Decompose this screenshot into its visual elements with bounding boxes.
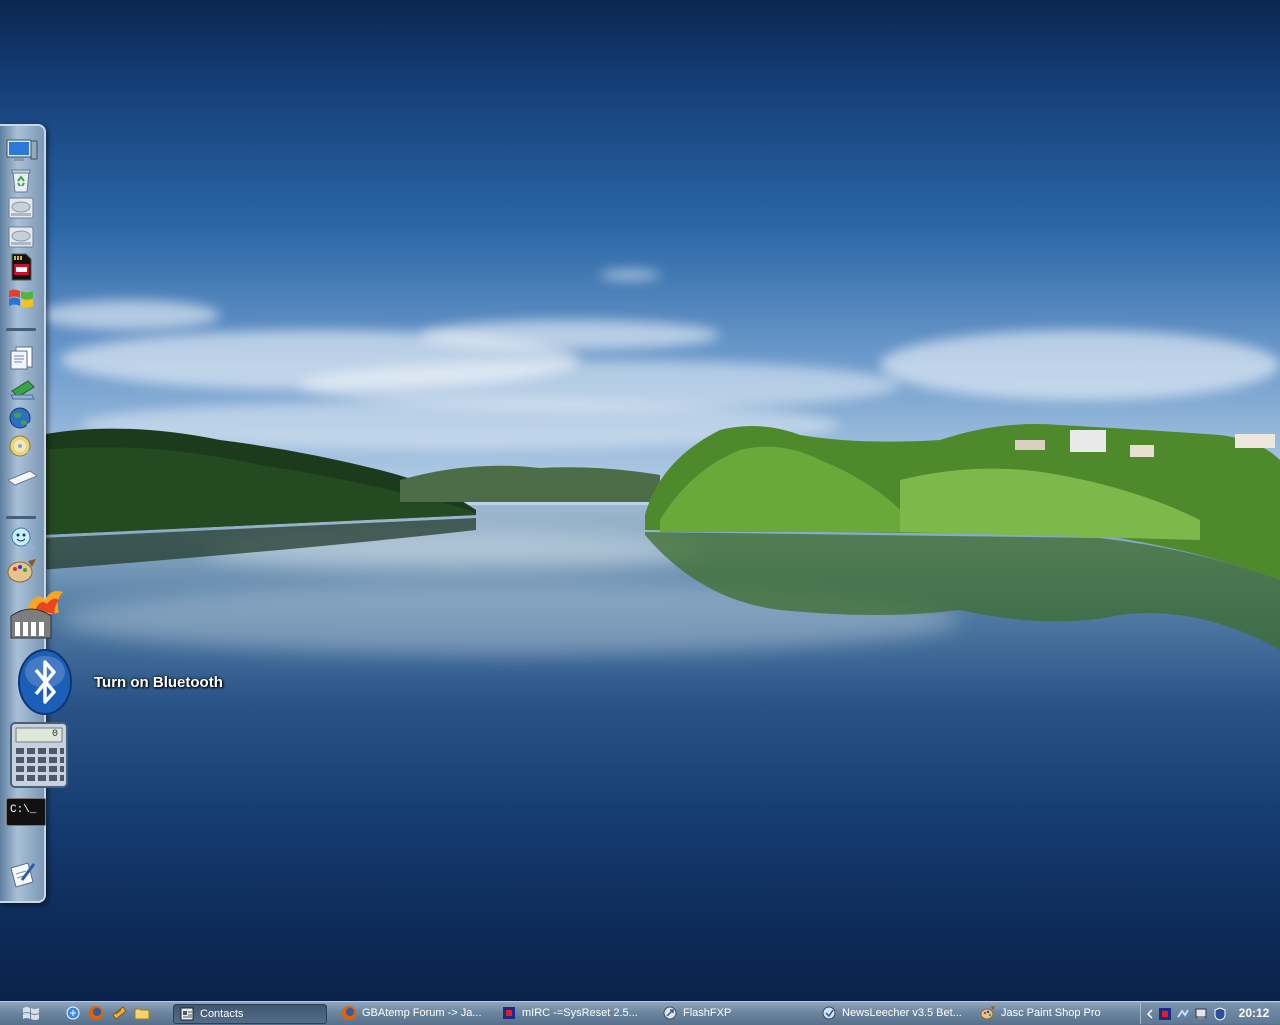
taskbar-task-label: GBAtemp Forum -> Ja... xyxy=(362,1007,482,1019)
sd-card-icon[interactable] xyxy=(10,253,32,281)
mirc-icon xyxy=(503,1007,515,1019)
notes-icon[interactable] xyxy=(8,377,36,401)
desktop-wallpaper xyxy=(0,0,1280,1001)
tray-collapse-icon[interactable] xyxy=(1143,1007,1157,1021)
taskbar: Contacts GBAtemp Forum -> Ja... mIRC -=S… xyxy=(0,1001,1280,1025)
taskbar-task-label: mIRC -=SysReset 2.5... xyxy=(522,1007,638,1019)
hard-drive-icon[interactable] xyxy=(8,196,34,220)
hard-drive-icon[interactable] xyxy=(8,225,34,249)
calculator-display: 0 xyxy=(51,729,58,740)
burning-tool-icon[interactable] xyxy=(7,588,65,642)
tray-mirc-icon[interactable] xyxy=(1158,1007,1172,1021)
calculator-icon[interactable]: 0 xyxy=(10,722,68,788)
my-computer-icon[interactable] xyxy=(6,138,38,162)
tray-volume-icon[interactable] xyxy=(1194,1007,1208,1021)
internet-explorer-icon[interactable] xyxy=(65,1005,81,1021)
contacts-icon xyxy=(180,1007,194,1021)
start-button[interactable] xyxy=(20,1005,42,1022)
taskbar-task-mirc[interactable]: mIRC -=SysReset 2.5... xyxy=(496,1004,646,1022)
taskbar-task-newsleecher[interactable]: NewsLeecher v3.5 Bet... xyxy=(816,1004,966,1022)
windows-icon[interactable] xyxy=(7,287,35,311)
flashfxp-icon xyxy=(663,1006,677,1020)
firefox-icon xyxy=(342,1006,356,1020)
recycle-bin-icon[interactable] xyxy=(10,167,32,193)
media-icon[interactable] xyxy=(111,1005,127,1021)
taskbar-task-flashfxp[interactable]: FlashFXP xyxy=(657,1004,807,1022)
paint-palette-icon[interactable] xyxy=(6,557,38,585)
taskbar-task-label: FlashFXP xyxy=(683,1007,732,1019)
tray-network-icon[interactable] xyxy=(1176,1007,1190,1021)
messenger-icon[interactable] xyxy=(7,525,37,553)
bluetooth-tooltip: Turn on Bluetooth xyxy=(94,674,223,691)
taskbar-clock[interactable]: 20:12 xyxy=(1234,1002,1274,1024)
tray-security-icon[interactable] xyxy=(1213,1007,1227,1021)
keyboard-icon[interactable] xyxy=(6,468,38,488)
wallpaper-hills xyxy=(40,424,1280,650)
dock-separator xyxy=(6,328,36,331)
taskbar-task-contacts[interactable]: Contacts xyxy=(173,1004,327,1024)
documents-icon[interactable] xyxy=(8,345,36,371)
bluetooth-icon[interactable] xyxy=(16,648,74,716)
dock-separator xyxy=(6,516,36,519)
cd-icon[interactable] xyxy=(8,433,36,459)
internet-globe-icon[interactable] xyxy=(8,405,36,431)
taskbar-task-gbatemp[interactable]: GBAtemp Forum -> Ja... xyxy=(336,1004,486,1022)
command-prompt-icon[interactable]: C:\_ xyxy=(6,798,46,826)
taskbar-task-label: NewsLeecher v3.5 Bet... xyxy=(842,1007,962,1019)
taskbar-task-label: Contacts xyxy=(200,1008,244,1020)
folder-icon[interactable] xyxy=(134,1005,150,1021)
taskbar-task-label: Jasc Paint Shop Pro xyxy=(1001,1007,1101,1019)
paint-shop-pro-icon xyxy=(980,1006,995,1020)
newsleecher-icon xyxy=(822,1006,836,1020)
notepad-icon[interactable] xyxy=(8,860,36,888)
taskbar-task-paint-shop-pro[interactable]: Jasc Paint Shop Pro xyxy=(975,1004,1125,1022)
command-prompt-text: C:\_ xyxy=(10,804,37,816)
firefox-icon[interactable] xyxy=(88,1005,104,1021)
